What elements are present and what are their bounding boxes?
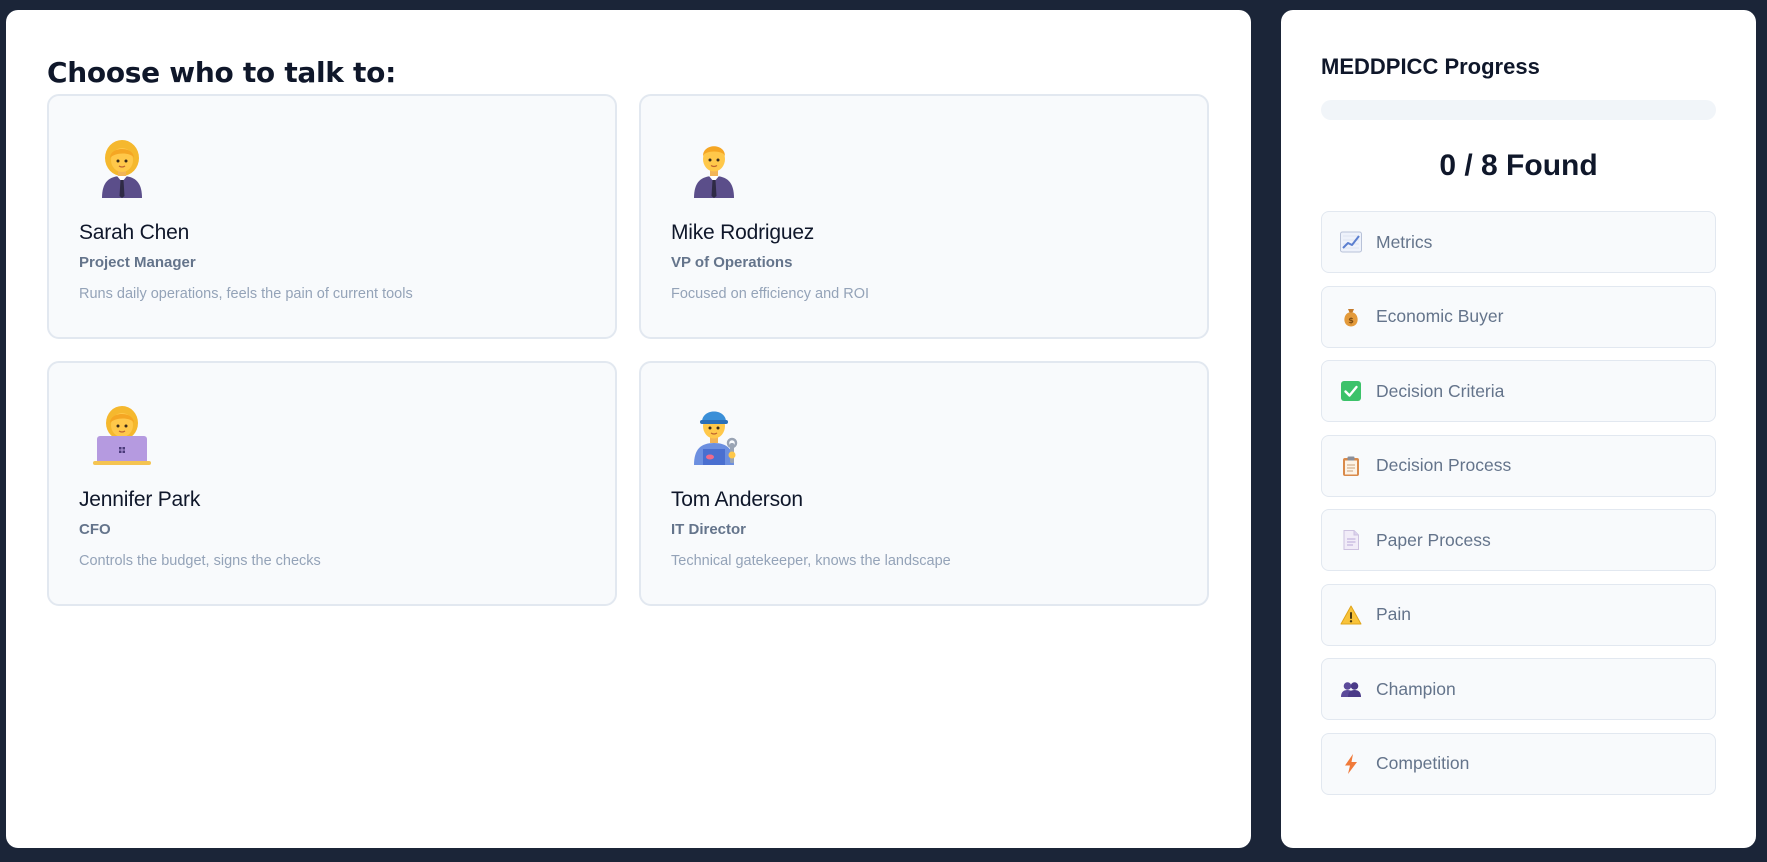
criterion-label: Champion [1376, 678, 1456, 699]
criterion-label: Competition [1376, 753, 1470, 774]
criterion-label: Decision Process [1376, 455, 1512, 476]
contact-role: IT Director [671, 520, 747, 538]
contact-description: Runs daily operations, feels the pain of… [79, 285, 413, 302]
contact-name: Tom Anderson [671, 487, 803, 511]
criterion-metrics: Metrics [1321, 211, 1716, 274]
criterion-label: Decision Criteria [1376, 380, 1505, 401]
contact-card-sarah-chen[interactable]: Sarah Chen Project Manager Runs daily op… [47, 93, 617, 339]
criterion-economic-buyer: $ Economic Buyer [1321, 285, 1716, 348]
criterion-decision-criteria: Decision Criteria [1321, 360, 1716, 423]
criterion-champion: Champion [1321, 658, 1716, 721]
contact-name: Mike Rodriguez [671, 220, 815, 244]
criterion-label: Metrics [1376, 231, 1433, 252]
man-mechanic-icon [683, 403, 745, 465]
contact-card-jennifer-park[interactable]: Jennifer Park CFO Controls the budget, s… [47, 360, 617, 606]
criterion-competition: Competition [1321, 732, 1716, 795]
woman-technologist-icon [91, 403, 153, 465]
contact-name: Jennifer Park [79, 487, 201, 511]
contact-card-mike-rodriguez[interactable]: Mike Rodriguez VP of Operations Focused … [639, 93, 1209, 339]
page-title: Choose who to talk to: [47, 56, 396, 89]
contact-grid: Sarah Chen Project Manager Runs daily op… [47, 93, 1210, 606]
chart-increasing-icon [1340, 231, 1362, 253]
criterion-label: Pain [1376, 604, 1412, 625]
contact-description: Focused on efficiency and ROI [671, 285, 870, 302]
contact-description: Controls the budget, signs the checks [79, 552, 321, 569]
money-bag-icon: $ [1340, 306, 1362, 328]
found-count: 0 / 8 Found [1439, 149, 1598, 183]
progress-bar [1321, 100, 1716, 121]
progress-title: MEDDPICC Progress [1321, 54, 1540, 79]
clipboard-icon [1340, 455, 1362, 477]
check-mark-icon [1340, 380, 1362, 402]
criterion-decision-process: Decision Process [1321, 434, 1716, 497]
contact-description: Technical gatekeeper, knows the landscap… [671, 552, 951, 569]
man-office-worker-icon [683, 136, 745, 198]
warning-icon [1340, 604, 1362, 626]
woman-office-worker-icon [91, 136, 153, 198]
contact-role: Project Manager [79, 253, 196, 271]
contact-card-tom-anderson[interactable]: Tom Anderson IT Director Technical gatek… [639, 360, 1209, 606]
contact-selection-panel: Choose who to talk to: Sarah Chen Projec… [6, 10, 1251, 848]
criterion-paper-process: Paper Process [1321, 509, 1716, 572]
page-icon [1340, 529, 1362, 551]
criteria-list: Metrics $ Economic Buyer Decision Criter… [1321, 211, 1716, 795]
contact-name: Sarah Chen [79, 220, 190, 244]
lightning-icon [1340, 753, 1362, 775]
contact-role: VP of Operations [671, 253, 793, 271]
criterion-pain: Pain [1321, 583, 1716, 646]
contact-role: CFO [79, 520, 111, 538]
people-icon [1340, 678, 1362, 700]
meddpicc-progress-panel: MEDDPICC Progress 0 / 8 Found Metrics $ [1281, 10, 1756, 848]
criterion-label: Paper Process [1376, 529, 1491, 550]
svg-text:$: $ [1348, 316, 1354, 325]
criterion-label: Economic Buyer [1376, 306, 1504, 327]
